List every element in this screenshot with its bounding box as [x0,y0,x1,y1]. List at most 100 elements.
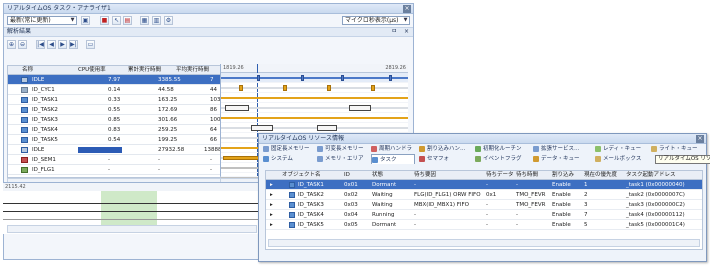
task-icon [21,117,28,123]
view-icon[interactable]: ▦ [140,16,149,25]
tab-ready-queue[interactable]: レディ・キュー [595,144,641,154]
col-name[interactable]: 名称 [22,66,33,75]
task-row[interactable]: IDLE 7.97 3385.55 7 [8,75,220,85]
task-info-row[interactable]: ▸ ID_TASK4 0x04 Running - - - Enable 7 _task4 (0… [266,210,702,220]
timeline-row [221,83,408,93]
timeline-row [221,93,408,103]
col-wait-data[interactable]: 待ちデータ [486,171,514,180]
task-icon [289,202,295,208]
resource-info-window: リアルタイムOS リソース情報 × 固定長メモリー 可変長メモリー 周期ハンドラ… [258,133,710,262]
task-icon [21,97,28,103]
close-icon[interactable]: × [404,28,409,36]
task-grid-header: 名称 CPU使用率 累計実行時間 平均実行時間 [8,66,220,75]
memory-icon [317,156,323,162]
col-avg[interactable]: 平均実行時間 [176,66,209,75]
task-row[interactable]: ID_CYC1 0.14 44.58 44 [8,85,220,95]
tab-memory-area[interactable]: メモリ・エリア [317,154,364,164]
layout-icon[interactable]: ▥ [152,16,161,25]
unit-select-value: マイクロ秒表示(μs) [345,17,399,24]
tab-data-queue[interactable]: データ・キュー [533,154,580,164]
task-analyzer-title: リアルタイムOS タスク・アナライザ1 [7,5,111,12]
unit-select[interactable]: マイクロ秒表示(μs) ▼ [342,16,410,25]
expand-icon[interactable]: ▸ [270,200,273,210]
results-header: 解析結果 ㅁ × [4,27,413,37]
timeline-row [221,123,408,133]
timeline-end: 2819.26 [385,65,406,71]
semaphore-icon [21,157,28,163]
cursor-icon[interactable]: ↖ [112,16,121,25]
tab-init-routine[interactable]: 初期化ルーチン [475,144,522,154]
col-wait-reason[interactable]: 待ち要因 [414,171,436,180]
cpu-usage-bar [78,147,122,153]
task-row[interactable]: ID_FLG1- - - [8,165,220,175]
chevron-down-icon: ▼ [70,17,75,23]
expand-icon[interactable]: ▸ [270,210,273,220]
first-icon[interactable]: |◀ [36,40,45,49]
col-wait-time[interactable]: 待ち時間 [516,171,538,180]
task-icon [21,137,28,143]
tab-semaphore[interactable]: セマフォ [419,154,449,164]
export-icon[interactable]: ▭ [86,40,95,49]
tab-timer-queue[interactable]: ライト・キュー [651,144,698,154]
detail-scrollbar[interactable] [7,225,257,233]
tab-system[interactable]: システム [263,154,293,164]
mode-select-value: 最新(常に更新) [10,17,51,24]
handler-icon [371,146,377,152]
task-info-row[interactable]: ▸ ID_TASK2 0x02 Waiting FLG(ID_FLG1) ORW FI… [266,190,702,200]
clear-icon[interactable]: ▤ [123,16,132,25]
zoom-out-icon[interactable]: ⊖ [18,40,27,49]
task-row[interactable]: ID_TASK4 0.83 259.25 64 [8,125,220,135]
task-icon [289,212,295,218]
close-icon[interactable]: × [403,5,411,13]
tab-extended-service[interactable]: 拡張サービス… [533,144,580,154]
tab-fixed-memory[interactable]: 固定長メモリー [263,144,310,154]
detail-time: 2115.42 [5,184,26,190]
tab-event-flag[interactable]: イベントフラグ [475,154,522,164]
resource-info-title: リアルタイムOS リソース情報 [262,135,344,142]
task-row[interactable]: ID_TASK2 0.55 172.69 86 [8,105,220,115]
settings-icon[interactable]: ⚙ [164,16,173,25]
task-info-row[interactable]: ▸ ID_TASK3 0x03 Waiting MBX(ID_MBX1) FIFO - T… [266,200,702,210]
task-info-grid: オブジェクト名 ID 状態 待ち要因 待ちデータ 待ち時間 割り込み 現在の優先… [265,170,703,250]
col-total[interactable]: 累計実行時間 [128,66,161,75]
task-info-row[interactable]: ▸ ID_TASK5 0x05 Dormant - - - Enable 5 _task5 (0… [266,220,702,230]
stop-icon[interactable]: ■ [100,16,109,25]
tab-task[interactable]: タスク [371,154,415,164]
init-icon [475,146,481,152]
task-row[interactable]: IDLE 27932.58 13888 [8,145,222,155]
task-icon [21,77,28,83]
col-state[interactable]: 状態 [372,171,383,180]
task-info-row[interactable]: ▸ ID_TASK1 0x01 Dormant - - - Enable 1 _task1 (0… [266,180,702,190]
tab-variable-memory[interactable]: 可変長メモリー [317,144,364,154]
flag-icon [475,156,481,162]
task-icon [21,107,28,113]
zoom-in-icon[interactable]: ⊕ [7,40,16,49]
col-priority[interactable]: 現在の優先度 [584,171,617,180]
save-icon[interactable]: ▣ [81,16,90,25]
mailbox-icon [595,156,601,162]
task-row[interactable]: ID_SEM1- - - [8,155,220,165]
next-icon[interactable]: ▶ [58,40,67,49]
col-object-name[interactable]: オブジェクト名 [282,171,321,180]
task-row[interactable]: ID_TASK5 0.54 199.25 66 [8,135,220,145]
tab-interrupt-handler[interactable]: 割り込みハン… [419,144,466,154]
task-info-scrollbar[interactable] [268,239,700,247]
task-row[interactable]: ID_TASK1 0.33 163.25 103 [8,95,221,105]
expand-icon[interactable]: ▸ [270,180,273,190]
col-interrupt[interactable]: 割り込み [552,171,574,180]
col-cpu[interactable]: CPU使用率 [78,66,106,75]
tab-mailbox[interactable]: メールボックス [595,154,641,164]
prev-icon[interactable]: ◀ [47,40,56,49]
close-icon[interactable]: × [696,135,704,143]
last-icon[interactable]: ▶| [69,40,78,49]
mode-select[interactable]: 最新(常に更新) ▼ [7,16,77,25]
expand-icon[interactable]: ▸ [270,190,273,200]
task-row[interactable]: ID_TASK3 0.85 301.66 100 [8,115,221,125]
task-icon [289,222,295,228]
pin-icon[interactable]: ㅁ [391,28,397,36]
tab-cyclic-handler[interactable]: 周期ハンドラ [371,144,412,154]
col-start-address[interactable]: タスク起動アドレス [626,171,676,180]
timeline-ruler: 1819.26 2819.26 [221,64,408,73]
col-id[interactable]: ID [344,171,350,180]
expand-icon[interactable]: ▸ [270,220,273,230]
